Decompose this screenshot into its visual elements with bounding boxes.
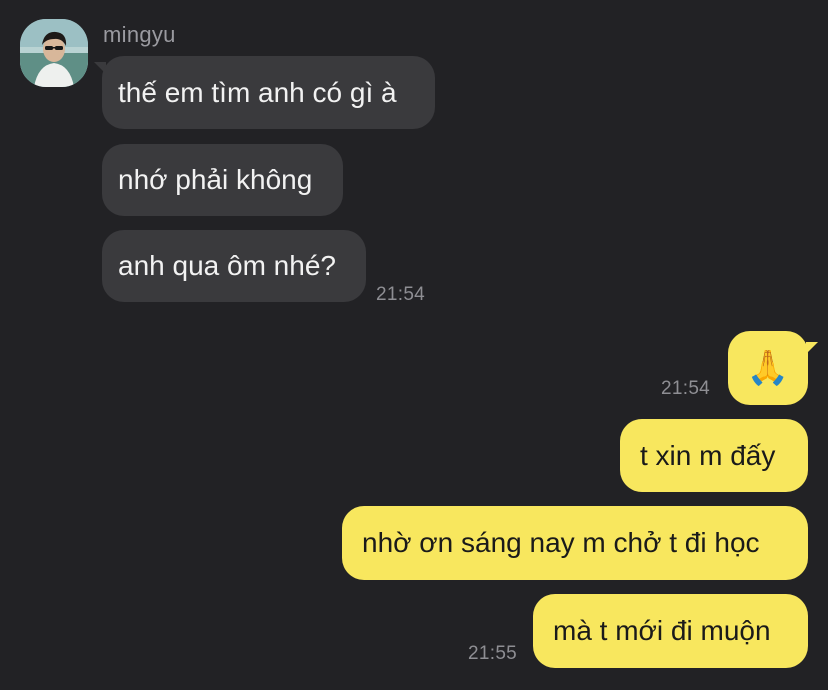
message-timestamp: 21:54 bbox=[661, 378, 711, 399]
outgoing-message[interactable]: nhờ ơn sáng nay m chở t đi học bbox=[342, 506, 808, 580]
message-text: mà t mới đi muộn bbox=[553, 615, 771, 646]
message-timestamp: 21:55 bbox=[468, 643, 518, 664]
incoming-message[interactable]: thế em tìm anh có gì à bbox=[102, 56, 435, 129]
sender-avatar[interactable] bbox=[20, 19, 88, 87]
message-timestamp: 21:54 bbox=[376, 284, 426, 305]
outgoing-message[interactable]: t xin m đấy bbox=[620, 419, 808, 492]
incoming-message[interactable]: anh qua ôm nhé? bbox=[102, 230, 366, 302]
message-text: thế em tìm anh có gì à bbox=[118, 76, 397, 108]
chat-screen: mingyu thế em tìm anh có gì à nhớ phải k… bbox=[0, 0, 828, 690]
outgoing-emoji-message[interactable]: 🙏 bbox=[728, 331, 808, 405]
folded-hands-icon: 🙏 bbox=[746, 349, 790, 387]
outgoing-message[interactable]: mà t mới đi muộn bbox=[533, 594, 808, 668]
message-text: nhớ phải không bbox=[118, 164, 313, 195]
message-text: nhờ ơn sáng nay m chở t đi học bbox=[362, 527, 760, 558]
message-text: anh qua ôm nhé? bbox=[118, 250, 336, 281]
sender-name: mingyu bbox=[103, 22, 176, 47]
message-text: t xin m đấy bbox=[640, 439, 776, 471]
incoming-message[interactable]: nhớ phải không bbox=[102, 144, 343, 216]
